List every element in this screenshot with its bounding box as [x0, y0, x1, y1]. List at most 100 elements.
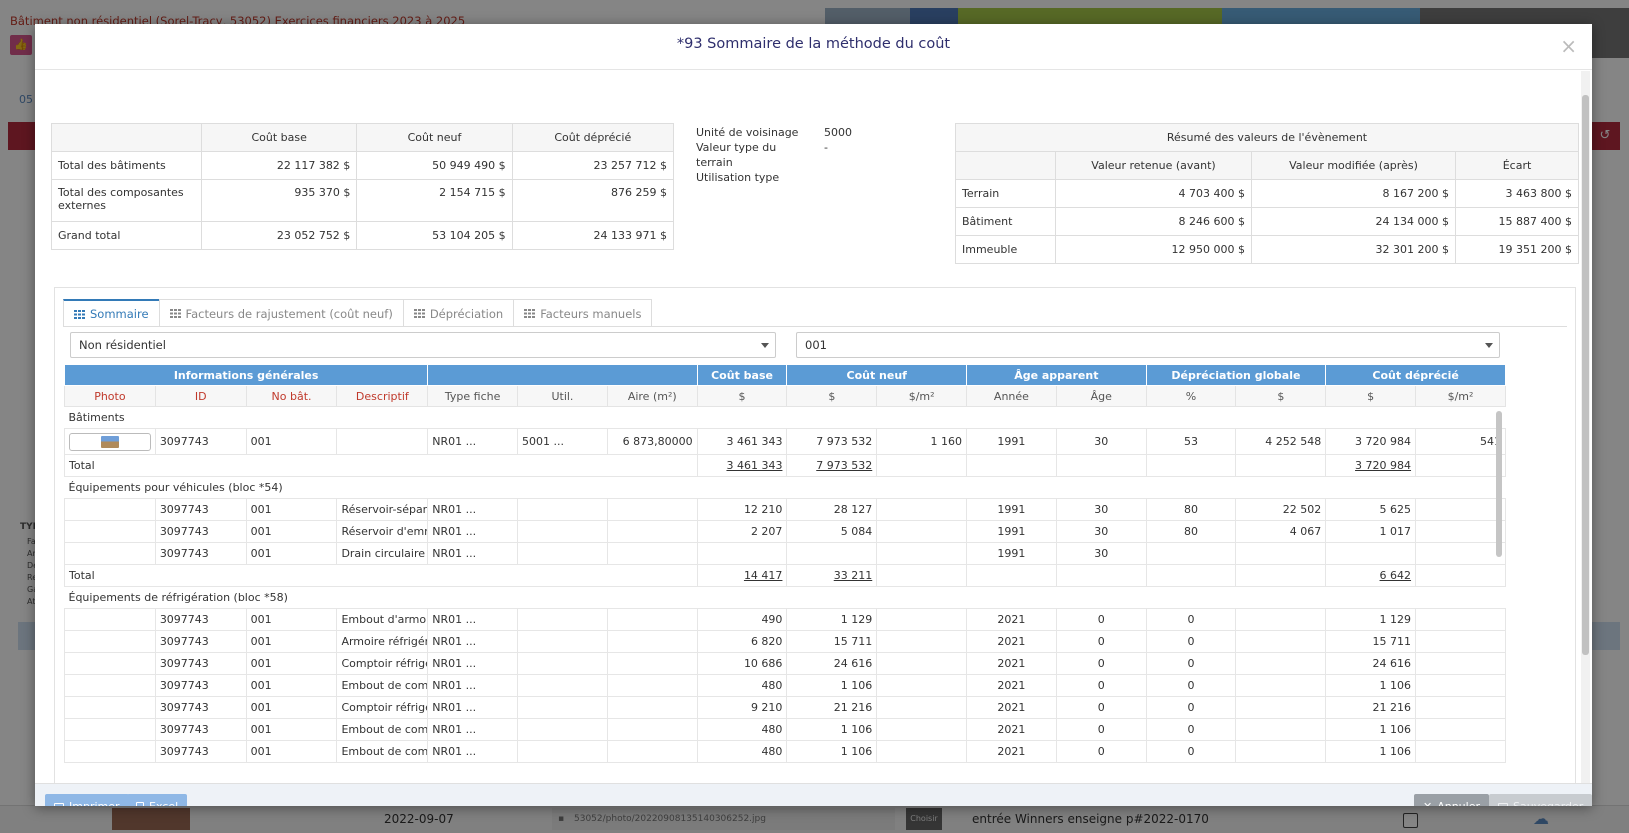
- cell-neuf_m2: [876, 608, 968, 631]
- usage-select[interactable]: Non résidentiel: [70, 332, 776, 358]
- cell-neuf: 21 216: [786, 696, 878, 719]
- column-header[interactable]: Type fiche: [427, 385, 519, 407]
- cell-base: 480: [696, 674, 788, 697]
- cell-util: 5001 ...: [517, 428, 608, 455]
- building-select[interactable]: 001: [796, 332, 1500, 358]
- info-value: -: [824, 141, 828, 154]
- cell-id: 3097743: [154, 428, 247, 455]
- cell-nobat: 001: [245, 520, 338, 543]
- cell-neuf: 1 106: [786, 740, 878, 763]
- photo-cell: [64, 498, 156, 521]
- info-label: Unité de voisinage: [696, 126, 799, 139]
- tab-facteurs-manuels[interactable]: Facteurs manuels: [513, 299, 653, 327]
- tab-bar: Sommaire Facteurs de rajustement (coût n…: [63, 299, 653, 327]
- cell-desc: Embout d'armoire: [336, 608, 429, 631]
- column-header[interactable]: $: [696, 385, 788, 407]
- cell-cd: 21 216: [1325, 696, 1417, 719]
- table-row[interactable]: 3097743 001 Drain circulaire NR01 ... 1991 30: [64, 542, 1506, 565]
- cell-util: [517, 740, 608, 763]
- table-row[interactable]: 3097743001Réservoir-séparateurNR01 ... 12…: [64, 498, 1506, 521]
- cell-type: NR01 ...: [427, 718, 519, 741]
- cell-age: 30: [1055, 498, 1147, 521]
- column-header[interactable]: $/m²: [876, 385, 968, 407]
- total-empty: [1235, 454, 1327, 477]
- photo-button[interactable]: [69, 432, 151, 451]
- column-header[interactable]: $: [1235, 385, 1327, 407]
- cell-base: 3 461 343: [696, 428, 788, 455]
- photo-cell: [64, 520, 156, 543]
- column-header[interactable]: No bât.: [245, 385, 338, 407]
- cell-pct: 0: [1145, 740, 1237, 763]
- cell-type: NR01 ...: [427, 652, 519, 675]
- cell-aire: [606, 652, 698, 675]
- modal-body: Coût base Coût neuf Coût déprécié Total …: [35, 71, 1580, 783]
- modal-scrollbar[interactable]: [1581, 71, 1590, 783]
- summary-header: Coût neuf: [356, 123, 513, 152]
- chevron-down-icon: [761, 343, 769, 348]
- save-button[interactable]: Sauvegarder: [1489, 794, 1592, 806]
- cancel-button[interactable]: ✕ Annuler: [1414, 794, 1490, 806]
- cell-dep: [1235, 542, 1327, 565]
- cell-cd: 1 106: [1325, 718, 1417, 741]
- cell-nobat: 001: [245, 428, 338, 455]
- print-button[interactable]: Imprimer: [45, 794, 129, 806]
- photo-cell: [64, 630, 156, 653]
- info-label: Utilisation type: [696, 171, 780, 184]
- tab-sommaire[interactable]: Sommaire: [63, 299, 160, 327]
- cell-id: 3097743: [154, 718, 247, 741]
- cell-desc: Drain circulaire: [336, 542, 429, 565]
- cell-desc: [336, 428, 429, 455]
- column-header[interactable]: ID: [154, 385, 247, 407]
- total-empty: [966, 564, 1057, 587]
- column-header[interactable]: Année: [966, 385, 1057, 407]
- group-header-row: Informations générales Coût base Coût ne…: [63, 364, 1506, 386]
- column-header[interactable]: Âge: [1055, 385, 1147, 407]
- photo-cell: [64, 608, 156, 631]
- column-header[interactable]: $: [1325, 385, 1417, 407]
- tab-depreciation[interactable]: Dépréciation: [402, 299, 515, 327]
- printer-icon: [54, 802, 64, 806]
- cell-pct: 0: [1145, 718, 1237, 741]
- event-header: Valeur retenue (avant): [1055, 151, 1252, 180]
- summary-row: Total des composantes externes 935 370 $…: [51, 179, 675, 222]
- column-header[interactable]: Descriptif: [336, 385, 429, 407]
- cell-type: NR01 ...: [427, 674, 519, 697]
- column-header[interactable]: Photo: [64, 385, 156, 407]
- grid-scrollbar[interactable]: [1496, 411, 1502, 557]
- total-neuf: 7 973 532: [786, 454, 878, 477]
- summary-deprecie: 876 259 $: [511, 179, 675, 222]
- table-row[interactable]: 3097743001Armoire réfrigéréeNR01 ... 6 82…: [64, 630, 1506, 653]
- table-row[interactable]: 3097743001Embout de comptoirNR01 ...4801…: [64, 740, 1506, 763]
- table-row[interactable]: 3097743001Embout d'armoireNR01 ...4901 1…: [64, 608, 1506, 631]
- section-row: Bâtiments: [64, 406, 1506, 429]
- cell-cd_m2: 541: [1415, 428, 1506, 455]
- cell-annee: 1991: [966, 542, 1057, 565]
- table-row[interactable]: 3097743001Réservoir d'emmagasinageNR01 .…: [64, 520, 1506, 543]
- table-row[interactable]: 3097743001Comptoir réfrigéréNR01 ... 10 6…: [64, 652, 1506, 675]
- modal-scrollbar-thumb[interactable]: [1582, 95, 1589, 655]
- cell-base: 490: [696, 608, 788, 631]
- column-header[interactable]: Util.: [517, 385, 608, 407]
- table-row[interactable]: 3097743001Embout de comptoirNR01 ...4801…: [64, 674, 1506, 697]
- tab-label: Dépréciation: [429, 306, 504, 321]
- table-row[interactable]: 3097743001Comptoir réfrigéréNR01 ... 9 21…: [64, 696, 1506, 719]
- event-avant: 4 703 400 $: [1055, 179, 1252, 208]
- column-header[interactable]: $/m²: [1415, 385, 1506, 407]
- modal-footer: Imprimer Excel ✕ Annuler Sauvegarder: [35, 783, 1592, 806]
- column-header[interactable]: Aire (m²): [606, 385, 698, 407]
- cell-id: 3097743: [154, 674, 247, 697]
- cell-age: 0: [1055, 608, 1147, 631]
- cell-util: [517, 652, 608, 675]
- tab-facteurs-rajustement[interactable]: Facteurs de rajustement (coût neuf): [158, 299, 404, 327]
- table-row[interactable]: 3097743 001 NR01 ... 5001 ... 6 873,80000 3 4…: [64, 428, 1506, 455]
- cell-pct: 80: [1145, 520, 1237, 543]
- column-header[interactable]: $: [786, 385, 878, 407]
- table-row[interactable]: 3097743001Embout de comptoirNR01 ...4801…: [64, 718, 1506, 741]
- cell-util: [517, 630, 608, 653]
- cell-util: [517, 718, 608, 741]
- summary-header: [51, 123, 202, 152]
- column-header[interactable]: %: [1145, 385, 1237, 407]
- cell-pct: 0: [1145, 674, 1237, 697]
- close-icon[interactable]: ×: [1560, 34, 1577, 58]
- excel-button[interactable]: Excel: [127, 794, 188, 806]
